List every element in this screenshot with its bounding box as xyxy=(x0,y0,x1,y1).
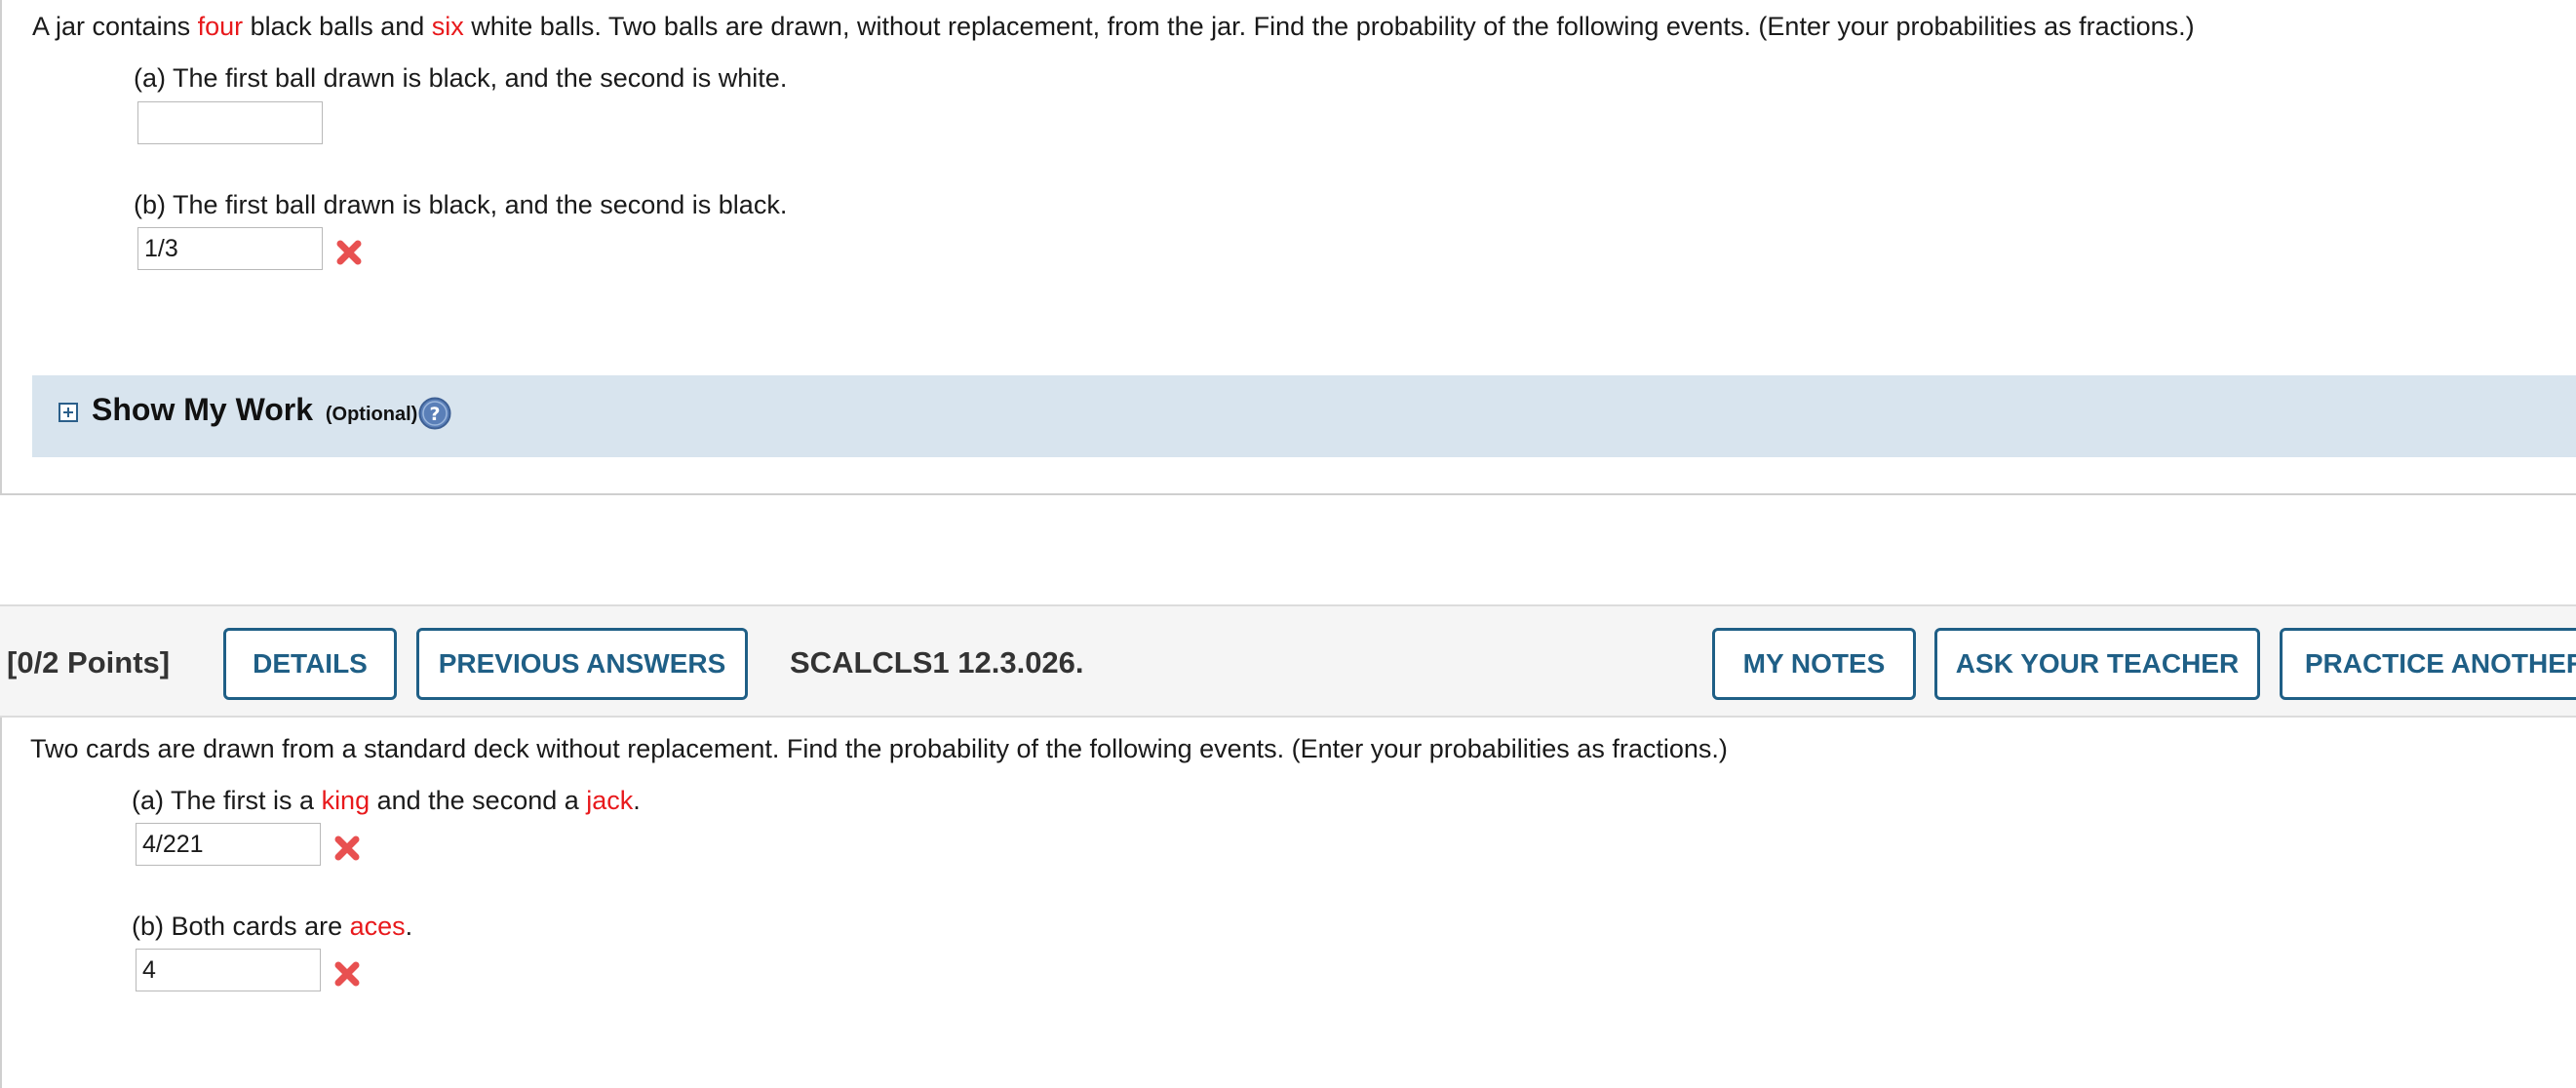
plus-box-icon[interactable] xyxy=(59,403,78,422)
details-button[interactable]: DETAILS xyxy=(223,628,397,700)
show-my-work-bar[interactable]: Show My Work (Optional) ? xyxy=(32,375,2576,457)
q1-prompt-text-3: white balls. Two balls are drawn, withou… xyxy=(463,12,2195,41)
q2-part-a-text-1: (a) The first is a xyxy=(132,786,322,815)
q2-part-a-answer-input[interactable] xyxy=(136,823,321,866)
question-2-header: [0/2 Points] DETAILS PREVIOUS ANSWERS SC… xyxy=(0,604,2576,718)
q1-white-count: six xyxy=(431,12,464,41)
question-1-panel: A jar contains four black balls and six … xyxy=(0,0,2576,495)
show-my-work-title[interactable]: Show My Work (Optional) xyxy=(92,392,417,428)
q2-part-b-text-2: . xyxy=(405,912,413,941)
optional-label: (Optional) xyxy=(325,404,418,425)
q2-prompt: Two cards are drawn from a standard deck… xyxy=(30,734,1728,763)
q2-part-a-text-2: and the second a xyxy=(370,786,587,815)
previous-answers-button[interactable]: PREVIOUS ANSWERS xyxy=(416,628,748,700)
my-notes-button[interactable]: MY NOTES xyxy=(1712,628,1916,700)
q2-part-a-jack: jack xyxy=(586,786,634,815)
q2-part-b-aces: aces xyxy=(349,912,406,941)
question-2-panel: Two cards are drawn from a standard deck… xyxy=(0,718,2576,1088)
q1-part-b-answer-input[interactable] xyxy=(137,227,323,270)
incorrect-x-icon xyxy=(334,961,360,987)
question-id: SCALCLS1 12.3.026. xyxy=(790,645,1084,680)
q1-part-a-label: (a) The first ball drawn is black, and t… xyxy=(134,63,788,93)
q2-part-b-label: (b) Both cards are aces. xyxy=(132,912,412,942)
q2-part-a-text-3: . xyxy=(633,786,641,815)
q1-black-count: four xyxy=(197,12,244,41)
question-circle-icon[interactable]: ? xyxy=(418,397,451,430)
ask-your-teacher-button[interactable]: ASK YOUR TEACHER xyxy=(1934,628,2260,700)
svg-text:?: ? xyxy=(429,404,440,425)
practice-another-button[interactable]: PRACTICE ANOTHER xyxy=(2280,628,2576,700)
points-score: [0/2 Points] xyxy=(7,645,171,680)
q2-part-b-text-1: (b) Both cards are xyxy=(132,912,350,941)
q1-prompt-text-2: black balls and xyxy=(243,12,432,41)
q2-part-a-king: king xyxy=(321,786,371,815)
incorrect-x-icon xyxy=(336,240,362,265)
q1-part-b-label: (b) The first ball drawn is black, and t… xyxy=(134,190,788,219)
incorrect-x-icon xyxy=(334,835,360,861)
show-my-work-label[interactable]: Show My Work xyxy=(92,392,313,427)
q1-prompt: A jar contains four black balls and six … xyxy=(32,12,2195,42)
q1-prompt-text-1: A jar contains xyxy=(32,12,198,41)
q1-part-a-answer-input[interactable] xyxy=(137,101,323,144)
q2-part-b-answer-input[interactable] xyxy=(136,949,321,991)
q2-part-a-label: (a) The first is a king and the second a… xyxy=(132,786,641,816)
